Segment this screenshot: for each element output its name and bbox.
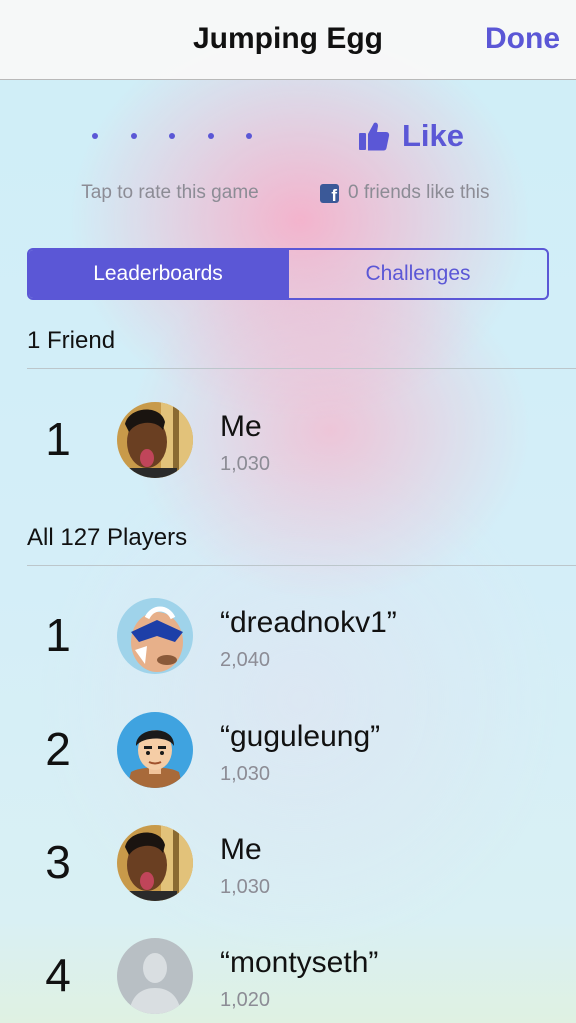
- player-name: “montyseth”: [220, 946, 379, 979]
- tab-leaderboards[interactable]: Leaderboards: [29, 250, 287, 298]
- leaderboard-row[interactable]: 4 “montyseth” 1,020: [0, 926, 576, 1023]
- rating-label: Tap to rate this game: [81, 182, 259, 203]
- rating-dot-1[interactable]: [92, 133, 98, 139]
- avatar: [117, 825, 193, 901]
- avatar: [117, 598, 193, 674]
- player-score: 1,030: [220, 876, 271, 898]
- rating-dot-5[interactable]: [246, 133, 252, 139]
- rank-number: 2: [45, 723, 71, 775]
- leaderboard-row[interactable]: 2 “guguleung” 1,030: [0, 700, 576, 800]
- player-name: Me: [220, 833, 262, 866]
- divider: [27, 565, 576, 566]
- done-button[interactable]: Done: [485, 22, 560, 56]
- rank-number: 4: [45, 949, 71, 1001]
- default-avatar-icon: [117, 938, 193, 1014]
- friends-section-header: 1 Friend: [27, 327, 116, 354]
- player-score: 1,020: [220, 989, 271, 1011]
- player-name: “guguleung”: [220, 720, 381, 753]
- thumbs-up-icon: [359, 122, 390, 151]
- player-name: Me: [220, 410, 262, 443]
- leaderboard-row[interactable]: 1 “dreadnokv1” 2,040: [0, 586, 576, 686]
- divider: [27, 368, 576, 369]
- like-label: Like: [402, 118, 465, 153]
- avatar: [117, 712, 193, 788]
- all-players-section-header: All 127 Players: [27, 524, 188, 551]
- facebook-glyph: f: [331, 185, 337, 203]
- rating-dot-3[interactable]: [169, 133, 175, 139]
- friends-like-count: 0 friends like this: [348, 182, 490, 203]
- rating-dot-4[interactable]: [207, 133, 214, 139]
- cartoon-avatar-icon: [117, 712, 193, 788]
- tab-challenges[interactable]: Challenges: [287, 250, 547, 298]
- leaderboard-row[interactable]: 1 Me 1,030: [0, 390, 576, 490]
- player-score: 2,040: [220, 649, 271, 671]
- rating-dot-2[interactable]: [130, 133, 137, 139]
- rank-number: 3: [45, 836, 71, 888]
- photo-avatar-icon: [117, 825, 193, 901]
- player-score: 1,030: [220, 453, 271, 475]
- avatar: [117, 402, 193, 478]
- player-score: 1,030: [220, 763, 271, 785]
- painted-face-avatar-icon: [117, 598, 193, 674]
- rank-number: 1: [45, 413, 71, 465]
- segmented-control: Leaderboards Challenges: [27, 248, 549, 300]
- like-button[interactable]: Like: [358, 116, 464, 156]
- facebook-friends-like: f 0 friends like this: [320, 182, 490, 204]
- leaderboard-row[interactable]: 3 Me 1,030: [0, 813, 576, 913]
- player-name: “dreadnokv1”: [220, 606, 397, 639]
- facebook-icon: f: [320, 183, 339, 203]
- rating-control[interactable]: [92, 124, 252, 148]
- photo-avatar-icon: [117, 402, 193, 478]
- navigation-bar: Jumping Egg Done: [0, 0, 576, 80]
- rank-number: 1: [45, 609, 71, 661]
- avatar: [117, 938, 193, 1014]
